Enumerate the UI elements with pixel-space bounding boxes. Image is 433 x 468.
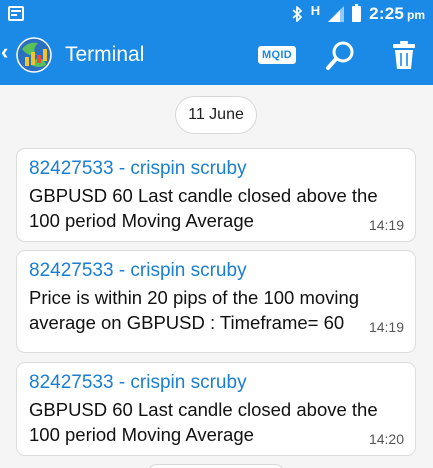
action-bar: ‹ Terminal MQID [0, 27, 433, 85]
message-card[interactable]: 82427533 - crispin scruby GBPUSD 60 Last… [16, 362, 416, 456]
message-time: 14:20 [368, 431, 404, 447]
network-type: H [310, 3, 321, 18]
search-icon[interactable] [325, 39, 357, 71]
message-text: Price is within 20 pips of the 100 movin… [29, 287, 360, 333]
signal-icon [328, 5, 345, 22]
message-text: GBPUSD 60 Last candle closed above the 1… [29, 185, 378, 231]
notification-icon [8, 6, 24, 21]
back-chevron-icon[interactable]: ‹ [1, 41, 8, 63]
status-bar-right: H 2:25 pm [291, 0, 425, 27]
message-sender: 82427533 - crispin scruby [29, 372, 247, 393]
message-time: 14:19 [368, 217, 404, 233]
battery-icon [352, 3, 362, 22]
message-time: 14:19 [368, 319, 404, 335]
message-sender: 82427533 - crispin scruby [29, 260, 247, 281]
message-sender: 82427533 - crispin scruby [29, 158, 247, 179]
mqid-button[interactable]: MQID [258, 46, 296, 64]
message-text: GBPUSD 60 Last candle closed above the 1… [29, 399, 378, 445]
status-bar: H 2:25 pm [0, 0, 433, 27]
trash-icon[interactable] [391, 40, 417, 70]
date-separator: 11 June [175, 96, 257, 134]
clock-ampm: pm [407, 7, 425, 22]
clock: 2:25 [369, 3, 404, 23]
app-logo-icon[interactable] [14, 35, 54, 75]
bluetooth-icon [292, 5, 302, 22]
app-title: Terminal [65, 43, 145, 66]
message-card[interactable]: 82427533 - crispin scruby Price is withi… [16, 250, 416, 353]
next-date-separator [147, 464, 285, 468]
message-card[interactable]: 82427533 - crispin scruby GBPUSD 60 Last… [16, 148, 416, 242]
